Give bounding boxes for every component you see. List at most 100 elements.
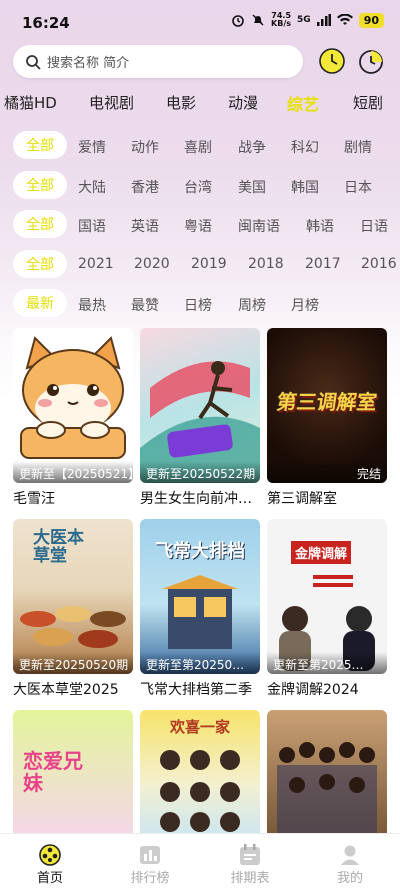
filter-option[interactable]: 日本 [344,177,372,197]
filter-option[interactable]: 美国 [238,177,266,197]
filter-option[interactable]: 最赞 [131,295,159,315]
filter-option[interactable]: 2017 [305,256,341,272]
poster[interactable]: 恋爱兄妹 [13,710,133,834]
poster[interactable] [267,710,387,834]
timer-icon[interactable] [356,46,386,76]
filter-row-language: 全部 国语 英语 粤语 闽南语 韩语 日语 [0,210,400,240]
hosts-illustration [279,575,375,671]
filter-option[interactable]: 2020 [134,256,170,272]
show-title: 男生女生向前冲… [140,491,252,507]
filter-option[interactable]: 日语 [360,216,388,236]
tab-label: 排行榜 [130,871,170,886]
filter-option[interactable]: 韩国 [291,177,319,197]
filter-option[interactable]: 香港 [131,177,159,197]
tab-category-3[interactable]: 动漫 [228,92,258,113]
tab-ranking[interactable]: 排行榜 [100,834,200,890]
update-caption: 更新至20250520期 [13,652,133,674]
cast-group-illustration [277,742,377,834]
update-caption: 更新至第20250… [140,652,260,674]
filter-row-sort: 最新 最热 最赞 日榜 周榜 月榜 [0,289,400,319]
show-title: 金牌调解2024 [267,682,359,698]
poster[interactable]: 飞常大排档 更新至第20250… [140,519,260,674]
tab-schedule[interactable]: 排期表 [200,834,300,890]
alarm-icon [232,15,244,27]
history-clock-icon[interactable] [317,46,347,76]
status-icons: 74.5 KB/s 5G 90 [231,12,384,28]
poster[interactable]: 大医本草堂 更新至20250520期 [13,519,133,674]
filter-option[interactable]: 科幻 [291,137,319,157]
filter-option[interactable]: 2021 [78,256,114,272]
filter-option[interactable]: 剧情 [344,137,372,157]
poster[interactable]: 更新至【20250521】 [13,328,133,483]
poster-logo-text: 第三调解室 [275,390,379,414]
cat-illustration [20,336,126,459]
show-title: 大医本草堂2025 [13,682,119,698]
status-time: 16:24 [22,14,70,32]
filter-option[interactable]: 粤语 [184,216,212,236]
tab-category-0[interactable]: 橘猫HD [4,92,57,113]
tab-category-2[interactable]: 电影 [166,92,196,113]
search-placeholder: 搜索名称 简介 [47,56,130,71]
filter-option[interactable]: 2016 [361,256,397,272]
filter-option[interactable]: 韩语 [306,216,334,236]
filter-option[interactable]: 最热 [78,295,106,315]
filter-option[interactable]: 英语 [131,216,159,236]
status-bar: 16:24 74.5 KB/s 5G 90 [0,0,400,48]
filter-option[interactable]: 2018 [248,256,284,272]
tab-label: 我的 [336,871,363,886]
poster-logo-text: 恋爱兄妹 [23,749,83,795]
filter-pill[interactable]: 全部 [13,131,67,159]
filter-option[interactable]: 周榜 [238,295,266,315]
filter-pill[interactable]: 全部 [13,171,67,199]
update-caption: 更新至第2025… [267,652,387,674]
storefront-illustration [162,575,238,649]
tab-category-4[interactable]: 综艺 [287,91,319,115]
herbs-illustration [20,606,126,648]
filter-option[interactable]: 月榜 [291,295,319,315]
profile-icon [341,845,359,865]
filter-option[interactable]: 爱情 [78,137,106,157]
filter-row-region: 全部 大陆 香港 台湾 美国 韩国 日本 [0,171,400,201]
tab-category-5[interactable]: 短剧 [353,92,383,113]
search-icon [26,54,41,70]
category-tabs: 橘猫HD 电视剧 电影 动漫 综艺 短剧 [0,88,400,118]
battery-indicator: 90 [358,12,384,28]
filter-option[interactable]: 日榜 [184,295,212,315]
filter-option[interactable]: 动作 [131,137,159,157]
update-caption: 更新至【20250521】 [13,461,133,483]
filter-option[interactable]: 2019 [191,256,227,272]
signal-icon [316,14,331,26]
tab-label: 首页 [36,871,63,886]
poster[interactable]: 金牌调解 更新至第2025… [267,519,387,674]
filter-pill[interactable]: 全部 [13,250,67,278]
poster[interactable]: 欢喜一家 [140,710,260,834]
calendar-icon [240,844,260,865]
filter-option[interactable]: 战争 [238,137,266,157]
poster[interactable]: 第三调解室 完结 [267,328,387,483]
poster[interactable]: 更新至20250522期 [140,328,260,483]
filter-pill[interactable]: 最新 [13,289,67,317]
ranking-chart-icon [140,846,160,864]
tab-home[interactable]: 首页 [0,834,100,890]
filter-option[interactable]: 喜剧 [184,137,212,157]
filter-row-genre: 全部 爱情 动作 喜剧 战争 科幻 剧情 [0,131,400,161]
filter-row-year: 全部 2021 2020 2019 2018 2017 2016 [0,250,400,280]
filter-option[interactable]: 国语 [78,216,106,236]
bottom-tab-bar: 首页 排行榜 排期表 我的 [0,833,400,890]
family-grid-illustration [160,750,240,832]
filter-pill[interactable]: 全部 [13,210,67,238]
wifi-icon [336,14,353,25]
tab-profile[interactable]: 我的 [300,834,400,890]
show-title: 毛雪汪 [13,491,55,507]
update-caption: 完结 [267,461,387,483]
tab-label: 排期表 [230,871,270,886]
filter-option[interactable]: 台湾 [184,177,212,197]
filter-option[interactable]: 大陆 [78,177,106,197]
tab-category-1[interactable]: 电视剧 [89,92,134,113]
home-film-reel-icon [39,844,61,866]
net-speed-unit: KB/s [271,19,292,28]
filter-option[interactable]: 闽南语 [238,216,280,236]
show-title: 第三调解室 [267,491,337,507]
runner-illustration [140,361,260,483]
search-input[interactable]: 搜索名称 简介 [13,45,303,78]
